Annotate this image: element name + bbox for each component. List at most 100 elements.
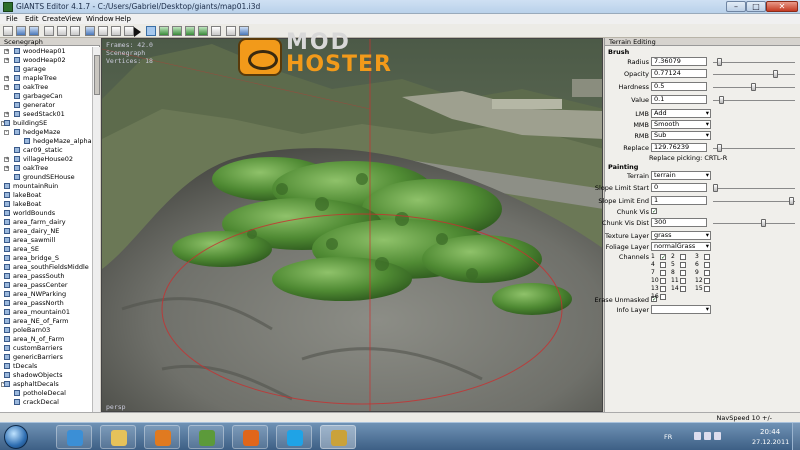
clock-time[interactable]: 20:44 (760, 428, 780, 436)
menu-help[interactable]: Help (115, 15, 131, 23)
channel-checkbox[interactable] (704, 278, 710, 284)
channel-checkbox[interactable] (680, 262, 686, 268)
replace-field[interactable]: 129.76239 (651, 143, 707, 152)
scenegraph-node[interactable]: + woodHeap02 (0, 56, 92, 65)
foliage-layer-dropdown[interactable]: normalGrass (651, 242, 711, 251)
taskbar-app-generic-button[interactable] (188, 425, 224, 449)
tray-flag-icon[interactable] (694, 432, 701, 440)
scenegraph-node[interactable]: area_NE_of_Farm (0, 317, 92, 326)
undo-icon[interactable] (85, 26, 95, 36)
scenegraph-node[interactable]: area_dairy_NE (0, 227, 92, 236)
scenegraph-node[interactable]: area_bridge_S (0, 254, 92, 263)
chunk-vis-dist-slider[interactable] (713, 223, 795, 224)
slope-limit-end-slider[interactable] (713, 201, 795, 202)
scenegraph-node[interactable]: genericBarriers (0, 353, 92, 362)
scenegraph-node[interactable]: area_passSouth (0, 272, 92, 281)
scenegraph-node[interactable]: area_passCenter (0, 281, 92, 290)
language-indicator[interactable]: FR (664, 433, 672, 441)
foliage-paint-icon[interactable] (185, 26, 195, 36)
channel-checkbox[interactable] (680, 270, 686, 276)
scenegraph-scrollbar[interactable] (92, 47, 100, 412)
select-icon[interactable] (98, 26, 108, 36)
light-icon[interactable] (226, 26, 236, 36)
scenegraph-node[interactable]: lakeBoat (0, 191, 92, 200)
scenegraph-node[interactable]: + oakTree (0, 164, 92, 173)
opacity-field[interactable]: 0.77124 (651, 69, 707, 78)
copy-icon[interactable] (57, 26, 67, 36)
grid-icon[interactable] (211, 26, 221, 36)
scenegraph-node[interactable]: worldBounds (0, 209, 92, 218)
chunk-vis-dist-field[interactable]: 300 (651, 218, 707, 227)
scenegraph-node[interactable]: groundSEHouse (0, 173, 92, 182)
menu-edit[interactable]: Edit (25, 15, 39, 23)
scenegraph-node[interactable]: area_southFieldsMiddle (0, 263, 92, 272)
lmb-dropdown[interactable]: Add (651, 109, 711, 118)
replace-slider-handle[interactable] (717, 144, 722, 152)
chunk-vis-dist-handle[interactable] (761, 219, 766, 227)
collapse-icon[interactable]: - (4, 130, 9, 135)
channel-checkbox[interactable] (660, 286, 666, 292)
channel-checkbox[interactable] (660, 278, 666, 284)
channel-checkbox[interactable] (704, 254, 710, 260)
tray-volume-icon[interactable] (714, 432, 721, 440)
terrain-raise-icon[interactable] (159, 26, 169, 36)
channel-checkbox[interactable] (660, 294, 666, 300)
scenegraph-node[interactable]: area_NWParking (0, 290, 92, 299)
scenegraph-node[interactable]: mountainRuin (0, 182, 92, 191)
taskbar-internet-explorer-button[interactable] (56, 425, 92, 449)
terrain-dropdown[interactable]: terrain (651, 171, 711, 180)
close-button[interactable]: ✕ (766, 1, 798, 12)
hardness-field[interactable]: 0.5 (651, 82, 707, 91)
menu-view[interactable]: View (65, 15, 82, 23)
scenegraph-node[interactable]: crackDecal (0, 398, 92, 407)
terrain-paint-icon[interactable] (172, 26, 182, 36)
channel-checkbox[interactable] (680, 278, 686, 284)
taskbar-file-explorer-button[interactable] (100, 425, 136, 449)
channel-checkbox[interactable]: ✓ (660, 254, 666, 261)
radius-slider[interactable] (713, 62, 795, 63)
slope-limit-start-field[interactable]: 0 (651, 183, 707, 192)
save-icon[interactable] (29, 26, 39, 36)
expand-icon[interactable]: + (4, 58, 9, 63)
scenegraph-node[interactable]: generator (0, 101, 92, 110)
scenegraph-node[interactable]: + mapleTree (0, 74, 92, 83)
mmb-dropdown[interactable]: Smooth (651, 120, 711, 129)
expand-icon[interactable]: + (4, 76, 9, 81)
radius-field[interactable]: 7.36079 (651, 57, 707, 66)
chunk-vis-checkbox[interactable]: ✓ (651, 208, 657, 215)
rotate-icon[interactable] (124, 26, 134, 36)
menu-window[interactable]: Window (86, 15, 114, 23)
scenegraph-node[interactable]: + villageHouse02 (0, 155, 92, 164)
channel-checkbox[interactable] (704, 286, 710, 292)
scenegraph-node[interactable]: + seedStack01 (0, 110, 92, 119)
cut-icon[interactable] (44, 26, 54, 36)
paste-icon[interactable] (70, 26, 80, 36)
scenegraph-node[interactable]: customBarriers (0, 344, 92, 353)
info-layer-dropdown[interactable] (651, 305, 711, 314)
terrain-smooth-icon[interactable] (198, 26, 208, 36)
channel-checkbox[interactable] (680, 254, 686, 260)
slope-limit-end-field[interactable]: 1 (651, 196, 707, 205)
taskbar-skype-button[interactable] (276, 425, 312, 449)
expand-icon[interactable]: + (4, 85, 9, 90)
menu-create[interactable]: Create (42, 15, 65, 23)
scenegraph-node[interactable]: area_sawmill (0, 236, 92, 245)
open-folder-icon[interactable] (16, 26, 26, 36)
scenegraph-node[interactable]: area_SE (0, 245, 92, 254)
value-slider[interactable] (713, 100, 795, 101)
scenegraph-node[interactable]: -buildingSE (0, 119, 92, 128)
value-slider-handle[interactable] (719, 96, 724, 104)
taskbar-media-player-button[interactable] (144, 425, 180, 449)
slope-limit-end-handle[interactable] (789, 197, 794, 205)
start-button[interactable] (4, 425, 28, 449)
scenegraph-node[interactable]: -asphaltDecals (0, 380, 92, 389)
menu-file[interactable]: File (6, 15, 18, 23)
taskbar-giants-editor-button[interactable] (320, 425, 356, 449)
value-field[interactable]: 0.1 (651, 95, 707, 104)
scenegraph-node[interactable]: garbageCan (0, 92, 92, 101)
scenegraph-node[interactable]: - hedgeMaze (0, 128, 92, 137)
show-desktop-button[interactable] (792, 423, 800, 450)
scenegraph-node[interactable]: poleBarn03 (0, 326, 92, 335)
scenegraph-node[interactable]: area_mountain01 (0, 308, 92, 317)
slope-limit-start-handle[interactable] (713, 184, 718, 192)
